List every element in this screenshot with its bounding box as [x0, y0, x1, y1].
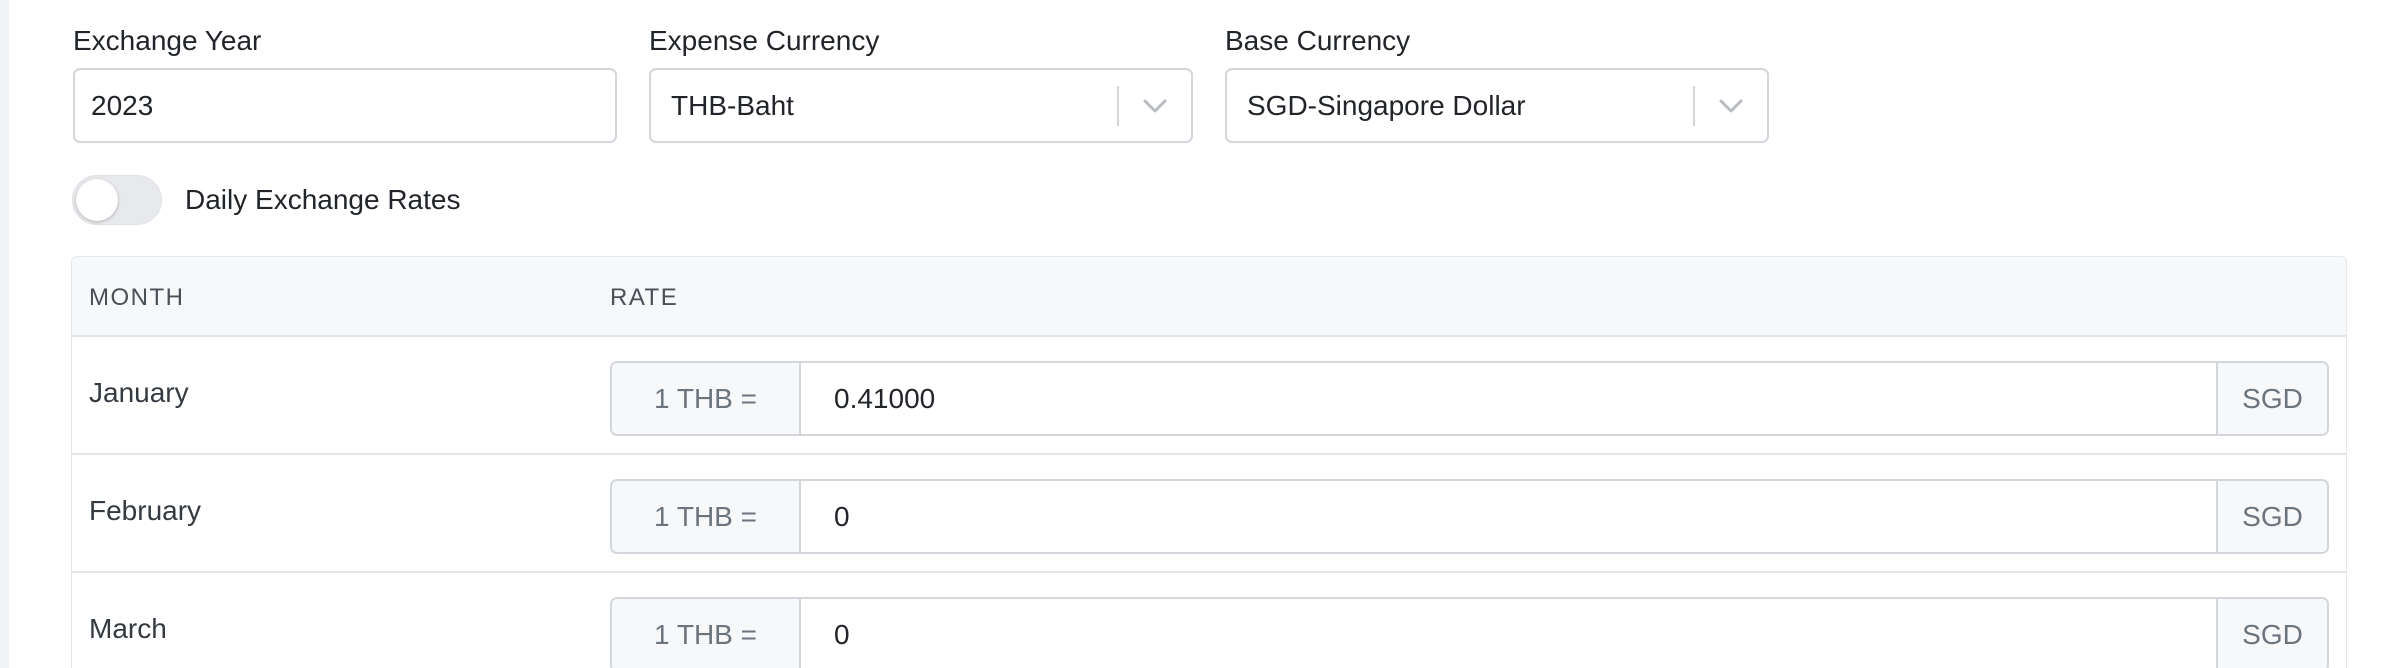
exchange-year-input[interactable]: [73, 68, 617, 143]
rate-prefix: 1 THB =: [612, 363, 801, 434]
table-row: March 1 THB = SGD: [72, 573, 2346, 668]
expense-currency-select[interactable]: THB-Baht: [649, 68, 1193, 143]
rate-input[interactable]: [801, 363, 2216, 434]
month-label: March: [89, 613, 167, 644]
table-row: February 1 THB = SGD: [72, 455, 2346, 573]
exchange-year-label: Exchange Year: [73, 25, 262, 56]
rate-input-group: 1 THB = SGD: [610, 361, 2329, 436]
chevron-down-icon[interactable]: [1695, 70, 1767, 141]
rate-suffix: SGD: [2216, 363, 2327, 434]
expense-currency-label: Expense Currency: [649, 25, 880, 56]
rate-prefix: 1 THB =: [612, 481, 801, 552]
expense-currency-value: THB-Baht: [671, 89, 794, 121]
rate-input-group: 1 THB = SGD: [610, 479, 2329, 554]
table-header: MONTH RATE: [72, 257, 2346, 337]
rate-suffix: SGD: [2216, 481, 2327, 552]
rate-input-group: 1 THB = SGD: [610, 597, 2329, 668]
column-header-month: MONTH: [89, 284, 185, 311]
exchange-rate-page: Exchange Year Expense Currency THB-Baht …: [0, 0, 2382, 668]
rate-suffix: SGD: [2216, 599, 2327, 668]
daily-exchange-rates-label: Daily Exchange Rates: [185, 184, 461, 215]
left-rail: [0, 0, 9, 668]
base-currency-label: Base Currency: [1225, 25, 1411, 56]
base-currency-value: SGD-Singapore Dollar: [1247, 89, 1526, 121]
table-row: January 1 THB = SGD: [72, 337, 2346, 455]
chevron-down-icon[interactable]: [1119, 70, 1191, 141]
toggle-knob: [76, 179, 118, 221]
month-label: February: [89, 495, 202, 526]
daily-exchange-rates-toggle[interactable]: [72, 175, 162, 225]
rate-prefix: 1 THB =: [612, 599, 801, 668]
base-currency-select[interactable]: SGD-Singapore Dollar: [1225, 68, 1769, 143]
column-header-rate: RATE: [610, 284, 679, 311]
rate-input[interactable]: [801, 481, 2216, 552]
exchange-rate-table: MONTH RATE January 1 THB = SGD February …: [71, 256, 2347, 668]
month-label: January: [89, 377, 189, 408]
rate-input[interactable]: [801, 599, 2216, 668]
